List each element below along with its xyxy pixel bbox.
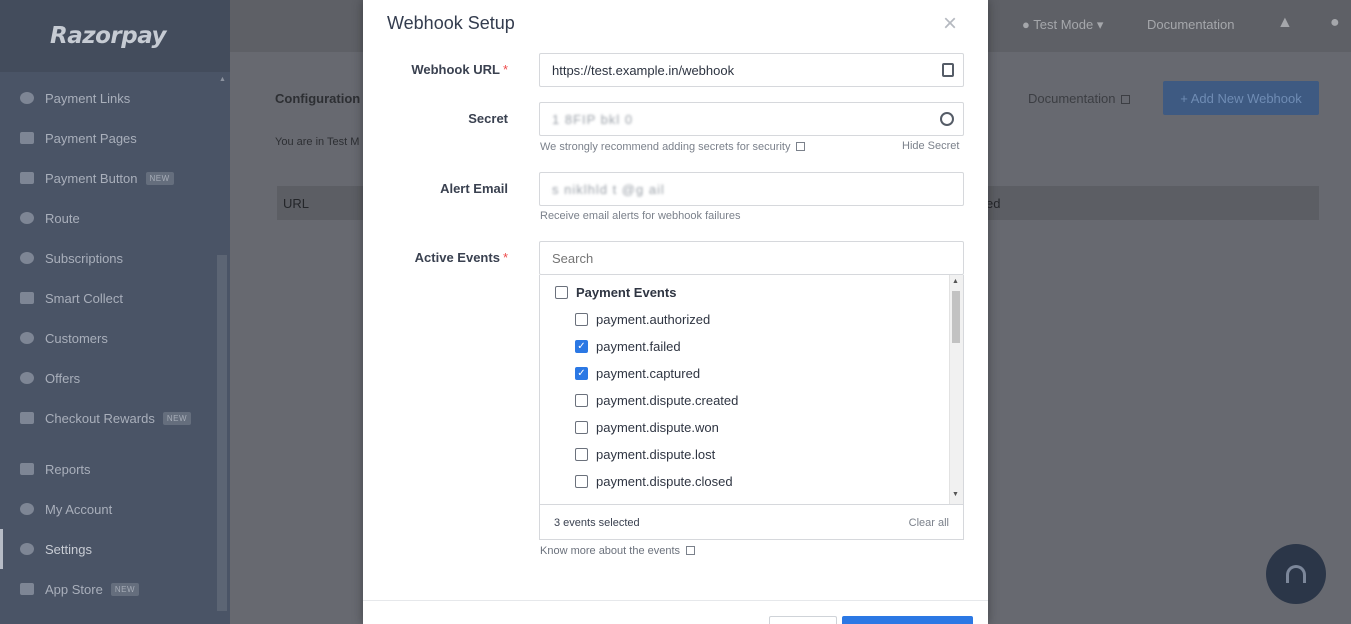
sidebar-item-payment-button[interactable]: Payment Button NEW	[0, 158, 215, 198]
event-checkbox[interactable]	[575, 421, 588, 434]
secret-label: Secret	[468, 111, 508, 126]
event-checkbox-checked[interactable]: ✓	[575, 340, 588, 353]
test-mode-toggle[interactable]: ● Test Mode ▾	[1022, 17, 1103, 33]
event-item[interactable]: ✓ payment.failed	[575, 339, 681, 354]
offer-tag-icon	[20, 372, 34, 384]
gift-icon	[20, 412, 34, 424]
external-link-icon	[1121, 95, 1131, 104]
modal-title: Webhook Setup	[387, 13, 515, 33]
documentation-link[interactable]: Documentation	[1028, 91, 1131, 106]
events-list-box: Payment Events payment.authorized ✓ payme…	[539, 275, 964, 540]
event-checkbox[interactable]	[575, 448, 588, 461]
reports-icon	[20, 463, 34, 475]
event-checkbox[interactable]	[575, 313, 588, 326]
alert-email-label: Alert Email	[440, 181, 508, 196]
active-events-label: Active Events *	[414, 250, 508, 265]
events-selected-count: 3 events selected	[554, 517, 640, 529]
sidebar-item-payment-pages[interactable]: Payment Pages	[0, 118, 215, 158]
logo-area: Razorpay	[0, 0, 230, 72]
sidebar: Razorpay Payment Links Payment Pages Pay…	[0, 0, 230, 624]
event-checkbox-checked[interactable]: ✓	[575, 367, 588, 380]
sidebar-item-smart-collect[interactable]: Smart Collect	[0, 278, 215, 318]
events-search-input[interactable]	[539, 241, 964, 275]
sidebar-item-my-account[interactable]: My Account	[0, 489, 215, 529]
event-item[interactable]: payment.dispute.closed	[575, 474, 733, 489]
sidebar-item-settings[interactable]: Settings	[0, 529, 215, 569]
link-icon	[20, 92, 34, 104]
event-item[interactable]: payment.dispute.lost	[575, 447, 715, 462]
url-column-header: URL	[283, 196, 310, 211]
sidebar-item-payment-links[interactable]: Payment Links	[0, 78, 215, 118]
alert-email-hint: Receive email alerts for webhook failure…	[540, 210, 741, 222]
secret-input[interactable]: 1 8FIP bkl 0	[539, 102, 964, 136]
user-profile-icon[interactable]: ●	[1330, 14, 1340, 32]
account-icon	[20, 503, 34, 515]
events-scrollbar-thumb[interactable]	[952, 291, 960, 343]
group-checkbox[interactable]	[555, 286, 568, 299]
webhook-url-label: Webhook URL *	[411, 62, 508, 77]
gear-icon	[20, 543, 34, 555]
column-header: ed	[986, 196, 1001, 211]
users-icon	[20, 332, 34, 344]
sidebar-item-checkout-rewards[interactable]: Checkout Rewards NEW	[0, 398, 215, 438]
event-item[interactable]: ✓ payment.captured	[575, 366, 700, 381]
scroll-down-arrow-icon[interactable]: ▼	[952, 491, 959, 498]
razorpay-logo[interactable]: Razorpay	[50, 23, 167, 49]
modal-footer-divider	[363, 600, 988, 601]
save-button[interactable]	[842, 616, 973, 624]
notification-icon[interactable]: ▲	[1277, 14, 1293, 32]
headset-icon	[1286, 565, 1306, 583]
new-badge: NEW	[162, 411, 191, 425]
sidebar-nav: Payment Links Payment Pages Payment Butt…	[0, 72, 215, 624]
secret-hint: We strongly recommend adding secrets for…	[540, 141, 806, 153]
hide-secret-link[interactable]: Hide Secret	[902, 140, 959, 152]
button-icon	[20, 172, 34, 184]
know-more-events-link[interactable]: Know more about the events	[540, 545, 696, 557]
events-list: Payment Events payment.authorized ✓ payme…	[540, 275, 949, 504]
new-badge: NEW	[110, 582, 139, 596]
bank-icon	[20, 292, 34, 304]
external-link-icon	[686, 546, 696, 555]
sidebar-item-customers[interactable]: Customers	[0, 318, 215, 358]
page-icon	[20, 132, 34, 144]
events-footer: 3 events selected Clear all	[540, 504, 963, 539]
test-mode-info: You are in Test M	[275, 136, 360, 148]
event-item[interactable]: payment.dispute.won	[575, 420, 719, 435]
grid-icon	[20, 583, 34, 595]
route-icon	[20, 212, 34, 224]
event-checkbox[interactable]	[575, 394, 588, 407]
sidebar-item-reports[interactable]: Reports	[0, 449, 215, 489]
sidebar-item-route[interactable]: Route	[0, 198, 215, 238]
new-badge: NEW	[145, 171, 174, 185]
scroll-up-arrow-icon[interactable]: ▲	[219, 76, 226, 83]
sidebar-item-app-store[interactable]: App Store NEW	[0, 569, 215, 609]
clear-all-link[interactable]: Clear all	[909, 517, 949, 529]
scroll-up-arrow-icon[interactable]: ▲	[952, 278, 959, 285]
alert-email-input[interactable]: s niklhld t @g ail	[539, 172, 964, 206]
top-documentation-link[interactable]: Documentation	[1147, 17, 1234, 32]
sidebar-scrollbar-thumb[interactable]	[217, 255, 227, 611]
close-icon[interactable]: ×	[943, 12, 957, 36]
external-link-icon[interactable]	[796, 142, 806, 151]
refresh-secret-icon[interactable]	[940, 112, 954, 126]
cancel-button[interactable]	[769, 616, 837, 624]
event-item[interactable]: payment.dispute.created	[575, 393, 738, 408]
clipboard-icon[interactable]	[942, 63, 954, 77]
sidebar-item-subscriptions[interactable]: Subscriptions	[0, 238, 215, 278]
sidebar-item-offers[interactable]: Offers	[0, 358, 215, 398]
subscriptions-icon	[20, 252, 34, 264]
webhook-setup-modal: Webhook Setup × Webhook URL * https://tes…	[363, 0, 988, 624]
event-checkbox[interactable]	[575, 475, 588, 488]
webhook-url-input[interactable]: https://test.example.in/webhook	[539, 53, 964, 87]
payment-events-group[interactable]: Payment Events	[555, 285, 676, 300]
page-title: Configuration	[275, 91, 361, 106]
event-item[interactable]: payment.authorized	[575, 312, 710, 327]
support-chat-button[interactable]	[1266, 544, 1326, 604]
add-new-webhook-button[interactable]: + Add New Webhook	[1163, 81, 1319, 115]
